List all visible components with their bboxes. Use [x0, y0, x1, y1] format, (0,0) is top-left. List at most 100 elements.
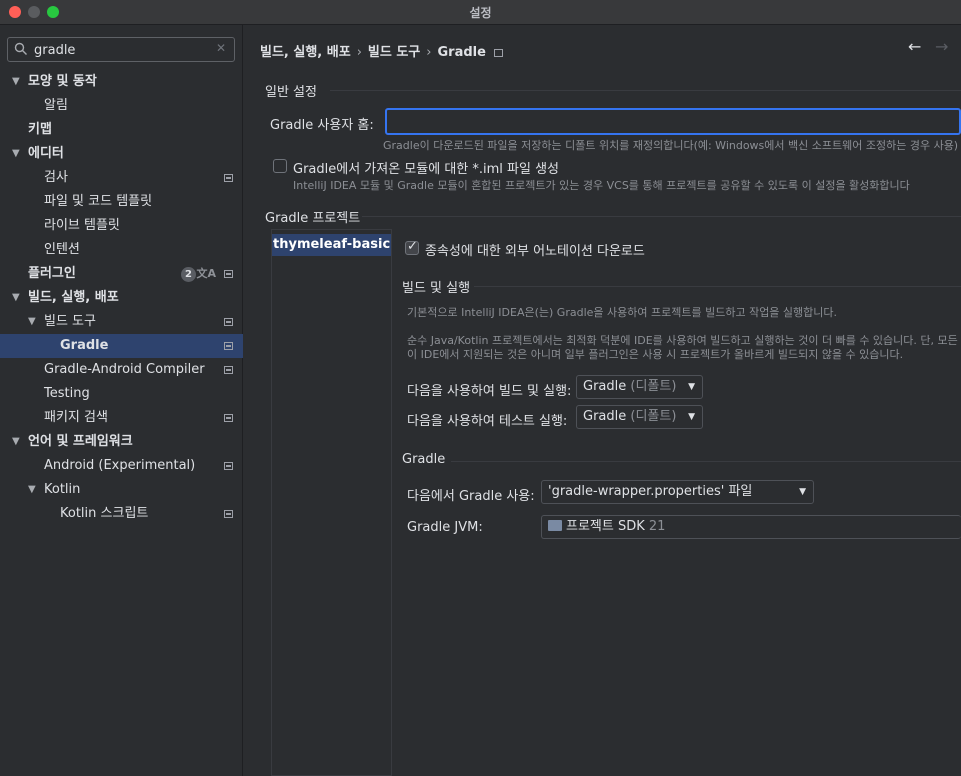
general-settings-title: 일반 설정	[265, 85, 317, 100]
gradle-user-home-label: Gradle 사용자 홈:	[270, 118, 374, 133]
sdk-folder-icon	[548, 520, 562, 531]
breadcrumb-separator: ›	[356, 45, 362, 60]
gradle-projects-list: thymeleaf-basic	[271, 229, 392, 776]
settings-sidebar: ✕ ▼ 모양 및 동작 알림 키맵 ▼ 에디터 검사 파일 및 코드 템플릿 라…	[0, 25, 243, 776]
select-value: 'gradle-wrapper.properties' 파일	[548, 484, 753, 499]
download-annotations-checkbox[interactable]	[405, 239, 419, 255]
generate-iml-hint: IntelliJ IDEA 모듈 및 Gradle 모듈이 혼합된 프로젝트가 …	[293, 179, 910, 192]
tree-item-label: Gradle	[60, 338, 109, 353]
tree-item-label: Testing	[44, 386, 90, 401]
translate-icon: 文A	[196, 267, 216, 280]
tree-item-android-experimental[interactable]: Android (Experimental)	[0, 454, 243, 478]
project-settings-icon	[224, 510, 233, 518]
tree-item-label: 모양 및 동작	[28, 74, 97, 89]
generate-iml-label: Gradle에서 가져온 모듈에 대한 *.iml 파일 생성	[293, 162, 560, 177]
chevron-down-icon[interactable]: ▼	[12, 70, 24, 94]
back-arrow-icon[interactable]: ←	[908, 37, 921, 56]
project-settings-icon	[224, 270, 233, 278]
tree-item-label: Gradle-Android Compiler	[44, 362, 205, 377]
chevron-down-icon[interactable]: ▼	[12, 142, 24, 166]
tree-item-testing[interactable]: Testing	[0, 382, 243, 406]
title-bar: 설정	[0, 0, 961, 25]
project-settings-icon	[224, 174, 233, 182]
use-gradle-from-select[interactable]: 'gradle-wrapper.properties' 파일 ▼	[541, 480, 814, 504]
tree-item-label: 패키지 검색	[44, 410, 108, 425]
select-value: Gradle	[583, 409, 627, 424]
tree-item-file-code-templates[interactable]: 파일 및 코드 템플릿	[0, 190, 243, 214]
breadcrumb-item: Gradle	[437, 45, 486, 60]
dropdown-arrow-icon: ▼	[688, 382, 695, 392]
project-settings-icon	[493, 48, 503, 57]
tree-item-languages-frameworks[interactable]: ▼ 언어 및 프레임워크	[0, 430, 243, 454]
tree-item-label: Kotlin 스크립트	[60, 506, 149, 521]
gradle-user-home-input[interactable]	[385, 108, 961, 135]
clear-search-icon[interactable]: ✕	[216, 41, 226, 55]
chevron-down-icon[interactable]: ▼	[12, 286, 24, 310]
jvm-version: 21	[648, 519, 666, 534]
tree-item-kotlin[interactable]: ▼ Kotlin	[0, 478, 243, 502]
build-run-description: 기본적으로 IntelliJ IDEA은(는) Gradle을 사용하여 프로젝…	[407, 306, 838, 319]
tree-item-label: 인텐션	[44, 242, 80, 257]
select-value: 프로젝트 SDK	[566, 519, 645, 534]
chevron-down-icon[interactable]: ▼	[28, 310, 40, 334]
tree-item-label: 언어 및 프레임워크	[28, 434, 133, 449]
tree-item-label: 파일 및 코드 템플릿	[44, 194, 153, 209]
tree-item-intentions[interactable]: 인텐션	[0, 238, 243, 262]
window-title: 설정	[469, 6, 492, 20]
run-tests-with-label: 다음을 사용하여 테스트 실행:	[407, 414, 568, 429]
project-settings-icon	[224, 342, 233, 350]
tree-item-keymap[interactable]: 키맵	[0, 118, 243, 142]
tree-item-package-search[interactable]: 패키지 검색	[0, 406, 243, 430]
tree-item-label: Kotlin	[44, 482, 81, 497]
tree-item-plugins[interactable]: 플러그인 2 文A	[0, 262, 243, 286]
select-value: Gradle	[583, 379, 627, 394]
breadcrumb-item[interactable]: 빌드, 실행, 배포	[260, 45, 351, 60]
tree-item-notifications[interactable]: 알림	[0, 94, 243, 118]
dropdown-arrow-icon: ▼	[688, 412, 695, 422]
forward-arrow-icon[interactable]: →	[935, 37, 948, 56]
tree-item-live-templates[interactable]: 라이브 템플릿	[0, 214, 243, 238]
tree-item-label: 키맵	[28, 122, 52, 137]
tree-item-label: 빌드 도구	[44, 314, 96, 329]
tree-item-label: Android (Experimental)	[44, 458, 196, 473]
run-tests-with-select[interactable]: Gradle (디폴트) ▼	[576, 405, 703, 429]
tree-item-label: 라이브 템플릿	[44, 218, 120, 233]
tree-item-label: 에디터	[28, 146, 64, 161]
select-suffix: (디폴트)	[630, 379, 677, 394]
tree-item-label: 빌드, 실행, 배포	[28, 290, 119, 305]
tree-item-build-execution-deployment[interactable]: ▼ 빌드, 실행, 배포	[0, 286, 243, 310]
breadcrumb-item[interactable]: 빌드 도구	[368, 45, 420, 60]
tree-item-build-tools[interactable]: ▼ 빌드 도구	[0, 310, 243, 334]
build-run-description: 이 IDE에서 지원되는 것은 아니며 일부 플러그인은 사용 시 프로젝트가 …	[407, 348, 904, 361]
tree-item-label: 플러그인	[28, 266, 76, 281]
gradle-section-title: Gradle	[402, 452, 446, 467]
project-settings-icon	[224, 366, 233, 374]
tree-item-appearance[interactable]: ▼ 모양 및 동작	[0, 70, 243, 94]
tree-item-editor[interactable]: ▼ 에디터	[0, 142, 243, 166]
build-run-with-select[interactable]: Gradle (디폴트) ▼	[576, 375, 703, 399]
section-divider	[451, 461, 961, 462]
plugins-update-badge: 2	[181, 267, 196, 282]
select-suffix: (디폴트)	[630, 409, 677, 424]
project-list-item[interactable]: thymeleaf-basic	[272, 234, 391, 256]
gradle-projects-title: Gradle 프로젝트	[265, 211, 361, 226]
gradle-jvm-select[interactable]: 프로젝트 SDK 21	[541, 515, 961, 539]
download-annotations-label: 종속성에 대한 외부 어노테이션 다운로드	[425, 244, 645, 259]
tree-item-kotlin-scripting[interactable]: Kotlin 스크립트	[0, 502, 243, 526]
build-run-title: 빌드 및 실행	[402, 281, 471, 296]
tree-item-label: 알림	[44, 98, 68, 113]
section-divider	[474, 286, 961, 287]
use-gradle-from-label: 다음에서 Gradle 사용:	[407, 489, 535, 504]
tree-item-gradle[interactable]: Gradle	[0, 334, 243, 358]
build-run-with-label: 다음을 사용하여 빌드 및 실행:	[407, 384, 572, 399]
project-settings-icon	[224, 414, 233, 422]
chevron-down-icon[interactable]: ▼	[28, 478, 40, 502]
settings-content: 빌드, 실행, 배포 › 빌드 도구 › Gradle ← → 일반 설정 Gradle…	[244, 25, 961, 776]
search-input[interactable]	[34, 41, 214, 59]
chevron-down-icon[interactable]: ▼	[12, 430, 24, 454]
breadcrumb-separator: ›	[426, 45, 432, 60]
tree-item-gradle-android-compiler[interactable]: Gradle-Android Compiler	[0, 358, 243, 382]
tree-item-inspections[interactable]: 검사	[0, 166, 243, 190]
settings-search[interactable]: ✕	[7, 37, 235, 62]
generate-iml-checkbox[interactable]	[273, 159, 287, 173]
